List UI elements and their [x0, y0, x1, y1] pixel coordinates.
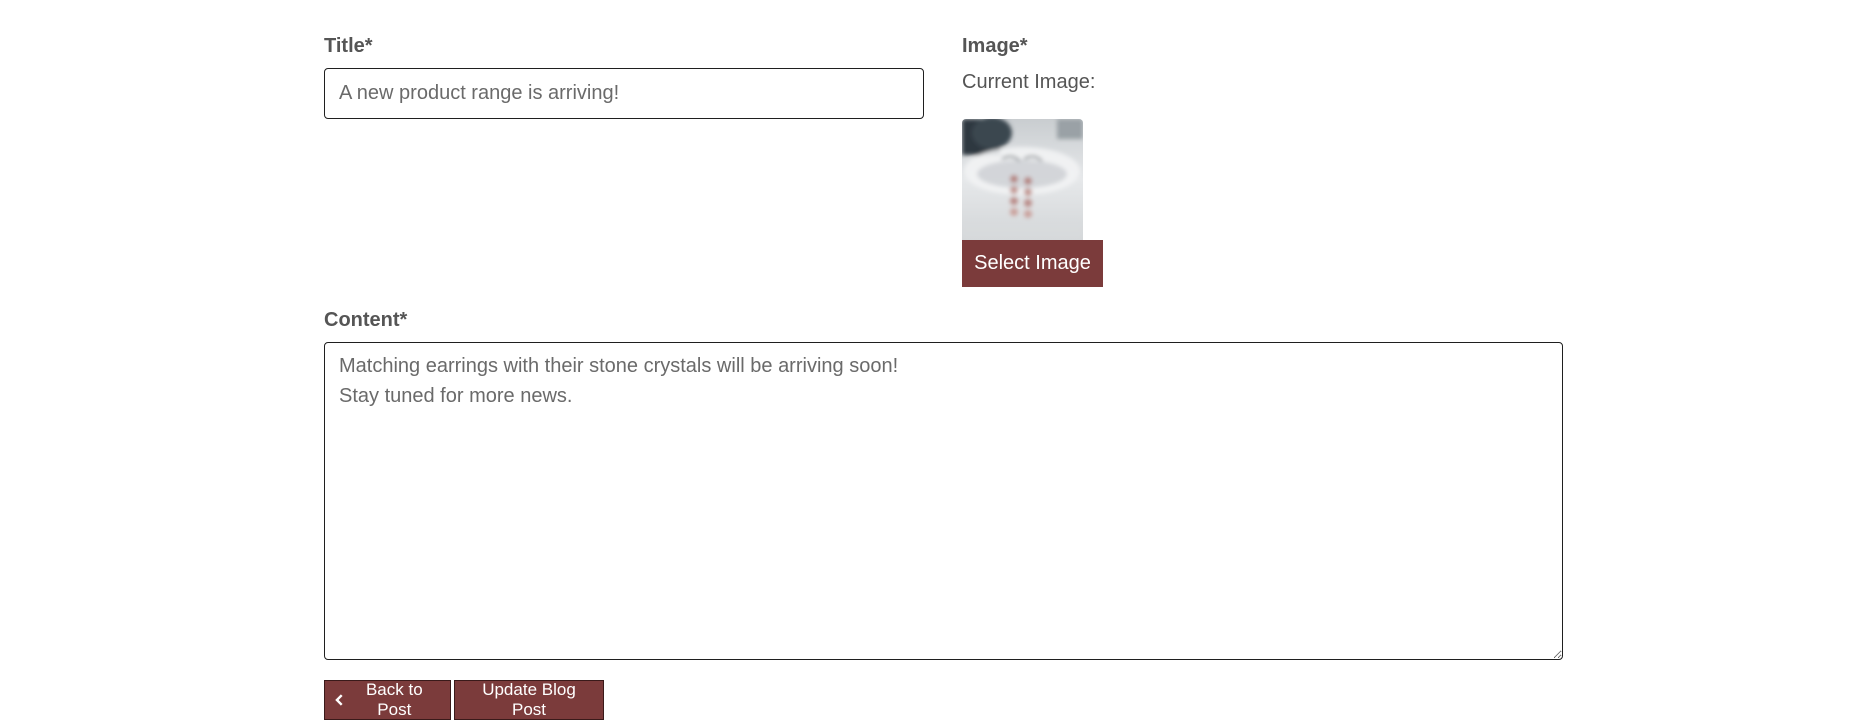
title-input[interactable]: [324, 68, 924, 119]
title-label: Title*: [324, 35, 373, 57]
current-image-label: Current Image:: [962, 71, 1096, 93]
back-to-post-button[interactable]: Back to Post: [324, 680, 451, 720]
content-label: Content*: [324, 309, 408, 331]
select-image-button[interactable]: Select Image: [962, 240, 1103, 287]
image-label: Image*: [962, 35, 1028, 57]
update-blog-post-button[interactable]: Update Blog Post: [454, 680, 604, 720]
update-blog-post-label: Update Blog Post: [482, 680, 576, 719]
earrings-photo: [962, 119, 1083, 240]
current-image-thumbnail: [962, 119, 1083, 240]
chevron-left-icon: [335, 694, 343, 706]
content-textarea[interactable]: Matching earrings with their stone cryst…: [324, 342, 1563, 660]
edit-blog-post-page: Title* Image* Current Image:: [0, 0, 1854, 726]
back-to-post-label: Back to Post: [365, 680, 423, 719]
